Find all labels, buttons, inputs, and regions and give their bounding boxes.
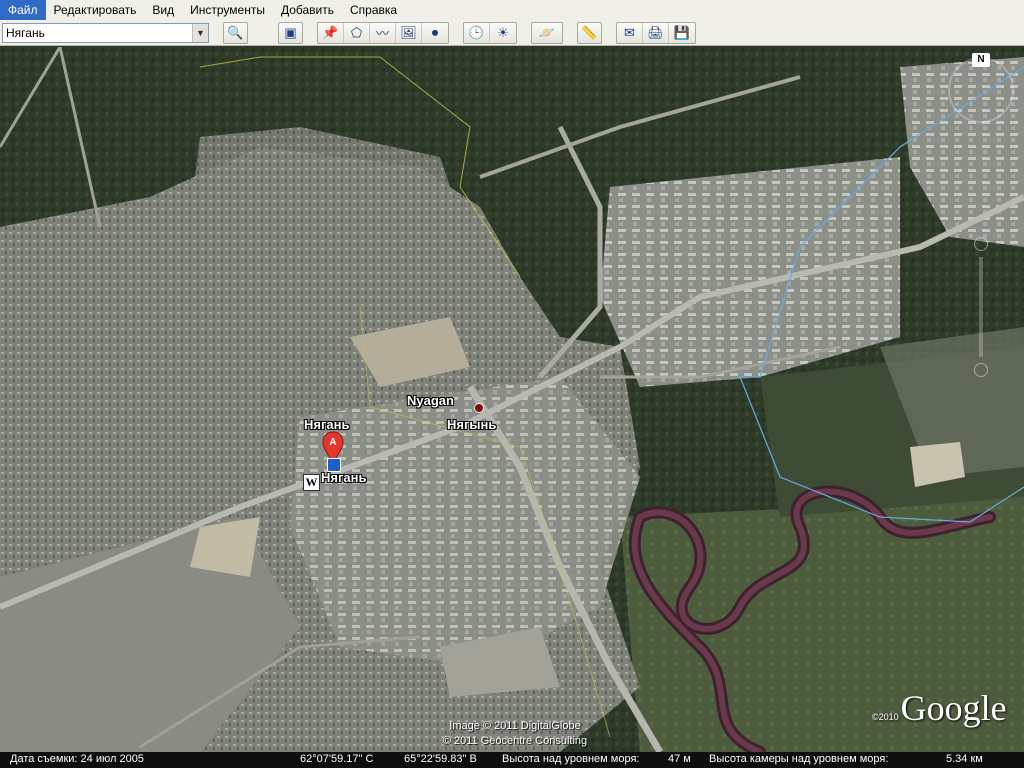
image-overlay-button[interactable]: 🖼 (396, 22, 422, 43)
menu-tools[interactable]: Инструменты (182, 0, 273, 20)
save-image-button[interactable]: 💾 (669, 23, 695, 43)
search-input[interactable] (3, 23, 192, 42)
camera-altitude-value: 5.34 км (946, 753, 983, 765)
imagery-credits: Image © 2011 DigitalGlobe © 2011 Geocent… (420, 719, 610, 749)
imagery-date: Дата съемки: 24 июл 2005 (10, 753, 144, 765)
zoom-out-icon[interactable] (974, 363, 988, 377)
place-label-nyagan-latin[interactable]: Nyagan (407, 393, 454, 408)
place-label-nyagan-station[interactable]: Нягань (321, 470, 366, 485)
image-overlay-icon: 🖼 (400, 24, 417, 40)
latitude: 62°07'59.17" С (300, 753, 374, 765)
email-icon: ✉ (624, 24, 635, 40)
search-icon: 🔍 (227, 24, 244, 40)
historical-imagery-button[interactable]: 🕒 (464, 22, 490, 43)
menu-file[interactable]: Файл (0, 0, 46, 20)
planets-button[interactable]: 🪐 (531, 21, 563, 44)
map-view[interactable]: Nyagan Нягынь Нягань A Нягань W N Image … (0, 47, 1024, 752)
menu-bar: Файл Редактировать Вид Инструменты Добав… (0, 0, 1024, 20)
print-icon: 🖨 (647, 24, 664, 40)
email-button[interactable]: ✉ (617, 22, 643, 43)
historical-imagery-icon: 🕒 (468, 24, 485, 40)
zoom-slider[interactable] (973, 237, 989, 377)
menu-add[interactable]: Добавить (273, 0, 342, 20)
search-box: ▼ (2, 22, 209, 43)
credit-line-1: Image © 2011 DigitalGlobe (449, 720, 581, 732)
sunlight-button[interactable]: ☀ (490, 23, 516, 43)
zoom-track[interactable] (979, 257, 983, 357)
sidebar-toggle-icon: ▣ (284, 24, 297, 40)
logo-year: ©2010 (872, 712, 899, 722)
menu-edit[interactable]: Редактировать (46, 0, 145, 20)
place-label-nyagyn[interactable]: Нягынь (447, 417, 496, 432)
ruler-icon: 📏 (581, 24, 598, 40)
satellite-imagery (0, 47, 1024, 752)
placemark-icon: 📌 (322, 24, 339, 40)
chevron-down-icon[interactable]: ▼ (192, 23, 208, 42)
search-button[interactable]: 🔍 (223, 21, 248, 44)
compass-north-icon[interactable]: N (972, 53, 990, 67)
status-bar: Дата съемки: 24 июл 2005 62°07'59.17" С … (0, 752, 1024, 768)
logo-brand: Google (900, 688, 1007, 728)
ruler-button[interactable]: 📏 (577, 21, 602, 44)
sunlight-icon: ☀ (497, 24, 509, 40)
place-label-nyagan[interactable]: Нягань (304, 417, 349, 432)
planets-icon: 🪐 (538, 24, 556, 40)
sidebar-toggle-button[interactable]: ▣ (278, 21, 303, 44)
elevation-value: 47 м (668, 753, 691, 765)
view-tools-group: 🕒 ☀ (463, 21, 517, 44)
pin-letter: A (329, 437, 336, 448)
placemark-button[interactable]: 📌 (318, 22, 344, 43)
polygon-button[interactable]: ⬠ (344, 22, 370, 43)
print-button[interactable]: 🖨 (643, 22, 669, 43)
toolbar: ▼ 🔍 ▣ 📌 ⬠ 〰 🖼 ⏺ 🕒 ☀ 🪐 📏 ✉ 🖨 💾 (0, 20, 1024, 46)
google-logo: ©2010 Google (872, 687, 1007, 729)
elevation-label: Высота над уровнем моря: (502, 753, 640, 765)
drawing-tools-group: 📌 ⬠ 〰 🖼 ⏺ (317, 21, 449, 44)
longitude: 65°22'59.83" В (404, 753, 477, 765)
save-image-icon: 💾 (673, 24, 691, 40)
credit-line-2: © 2011 Geocentre Consulting (442, 735, 588, 747)
zoom-in-icon[interactable] (974, 237, 988, 251)
google-earth-window: Файл Редактировать Вид Инструменты Добав… (0, 0, 1024, 768)
wikipedia-icon[interactable]: W (303, 474, 320, 491)
menu-view[interactable]: Вид (144, 0, 182, 20)
share-tools-group: ✉ 🖨 💾 (616, 21, 696, 44)
tour-record-icon: ⏺ (431, 24, 439, 40)
path-icon: 〰 (375, 26, 389, 41)
camera-altitude-label: Высота камеры над уровнем моря: (709, 753, 889, 765)
city-marker-icon[interactable] (474, 403, 484, 413)
path-button[interactable]: 〰 (370, 22, 396, 43)
menu-help[interactable]: Справка (342, 0, 405, 20)
polygon-icon: ⬠ (350, 24, 363, 40)
tour-record-button[interactable]: ⏺ (422, 23, 448, 43)
